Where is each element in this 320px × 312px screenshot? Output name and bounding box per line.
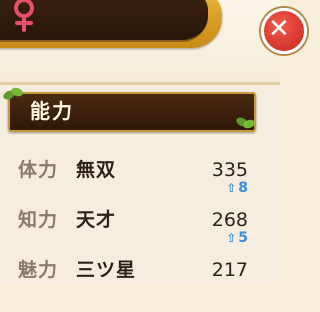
up-arrow-icon: ⇧	[226, 181, 237, 195]
stat-row-intelligence: 知力 天才 268 ⇧ 5	[0, 206, 280, 262]
character-header	[0, 0, 208, 42]
stat-rank: 天才	[76, 209, 117, 231]
stat-rank: 無双	[76, 159, 117, 181]
ability-section-header: 能力	[8, 92, 256, 132]
stat-row-charm: 魅力 三ツ星 217	[0, 256, 280, 312]
stat-row-strength: 体力 無双 335 ⇧ 8	[0, 156, 280, 212]
section-title: 能力	[30, 99, 74, 123]
stat-bonus-value: 5	[238, 230, 248, 246]
stat-bonus: ⇧ 5	[226, 230, 248, 246]
stat-bonus: ⇧ 8	[226, 180, 248, 196]
stat-name: 体力	[18, 159, 59, 181]
stat-name: 知力	[18, 209, 59, 231]
leaf-ornament-icon	[3, 87, 23, 100]
female-symbol-icon	[14, 0, 34, 32]
stat-bonus-value: 8	[238, 180, 248, 196]
up-arrow-icon: ⇧	[226, 231, 237, 245]
close-button[interactable]: ✕	[261, 8, 307, 54]
leaf-ornament-icon	[236, 117, 255, 129]
close-icon: ✕	[268, 14, 290, 44]
